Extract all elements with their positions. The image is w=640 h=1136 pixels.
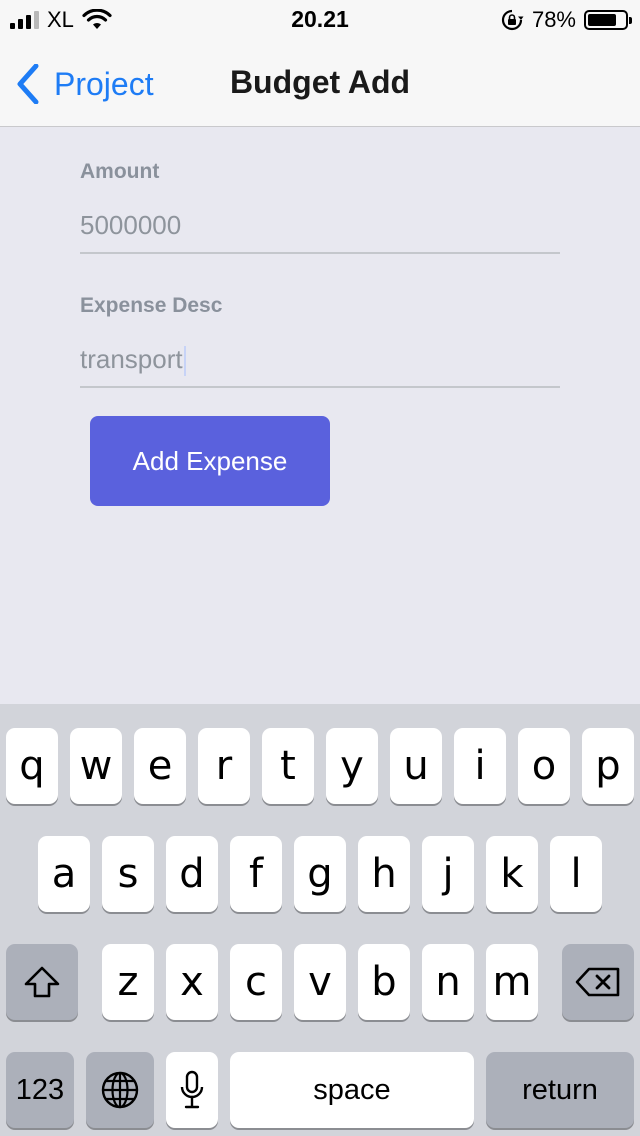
shift-key[interactable]: [6, 944, 78, 1020]
backspace-icon: [575, 966, 621, 998]
status-bar: XL 20.21 78%: [0, 0, 640, 40]
key-a[interactable]: a: [38, 836, 90, 912]
key-t[interactable]: t: [262, 728, 314, 804]
microphone-key[interactable]: [166, 1052, 218, 1128]
key-b[interactable]: b: [358, 944, 410, 1020]
rotation-lock-icon: [500, 8, 524, 32]
key-k[interactable]: k: [486, 836, 538, 912]
globe-icon: [100, 1070, 140, 1110]
key-d[interactable]: d: [166, 836, 218, 912]
numbers-key[interactable]: 123: [6, 1052, 74, 1128]
key-v[interactable]: v: [294, 944, 346, 1020]
keyboard: qwertyuiop asdfghjkl zxcvbnm 123 space r…: [0, 704, 640, 1136]
amount-value: 5000000: [80, 210, 182, 240]
key-u[interactable]: u: [390, 728, 442, 804]
key-n[interactable]: n: [422, 944, 474, 1020]
navigation-bar: Project Budget Add: [0, 40, 640, 127]
backspace-key[interactable]: [562, 944, 634, 1020]
page-title: Budget Add: [229, 64, 411, 100]
key-h[interactable]: h: [358, 836, 410, 912]
key-q[interactable]: q: [6, 728, 58, 804]
key-s[interactable]: s: [102, 836, 154, 912]
key-r[interactable]: r: [198, 728, 250, 804]
text-cursor: [183, 346, 186, 377]
space-key[interactable]: space: [230, 1052, 474, 1128]
key-w[interactable]: w: [70, 728, 122, 804]
key-f[interactable]: f: [230, 836, 282, 912]
expense-desc-label: Expense Desc: [80, 294, 223, 317]
key-m[interactable]: m: [486, 944, 538, 1020]
key-c[interactable]: c: [230, 944, 282, 1020]
expense-desc-value: transport: [80, 344, 183, 374]
shift-icon: [22, 965, 62, 999]
key-o[interactable]: o: [518, 728, 570, 804]
microphone-icon: [180, 1070, 204, 1110]
key-g[interactable]: g: [294, 836, 346, 912]
status-right: 78%: [500, 6, 632, 34]
key-y[interactable]: y: [326, 728, 378, 804]
expense-desc-input[interactable]: transport: [80, 330, 560, 388]
key-p[interactable]: p: [582, 728, 634, 804]
return-key[interactable]: return: [486, 1052, 634, 1128]
globe-key[interactable]: [86, 1052, 154, 1128]
battery-icon: [584, 10, 632, 30]
key-z[interactable]: z: [102, 944, 154, 1020]
key-e[interactable]: e: [134, 728, 186, 804]
amount-label: Amount: [80, 160, 160, 183]
key-j[interactable]: j: [422, 836, 474, 912]
key-i[interactable]: i: [454, 728, 506, 804]
key-l[interactable]: l: [550, 836, 602, 912]
amount-input[interactable]: 5000000: [80, 196, 560, 254]
add-expense-button[interactable]: Add Expense: [90, 416, 330, 506]
battery-percent: 78%: [531, 7, 576, 32]
key-x[interactable]: x: [166, 944, 218, 1020]
